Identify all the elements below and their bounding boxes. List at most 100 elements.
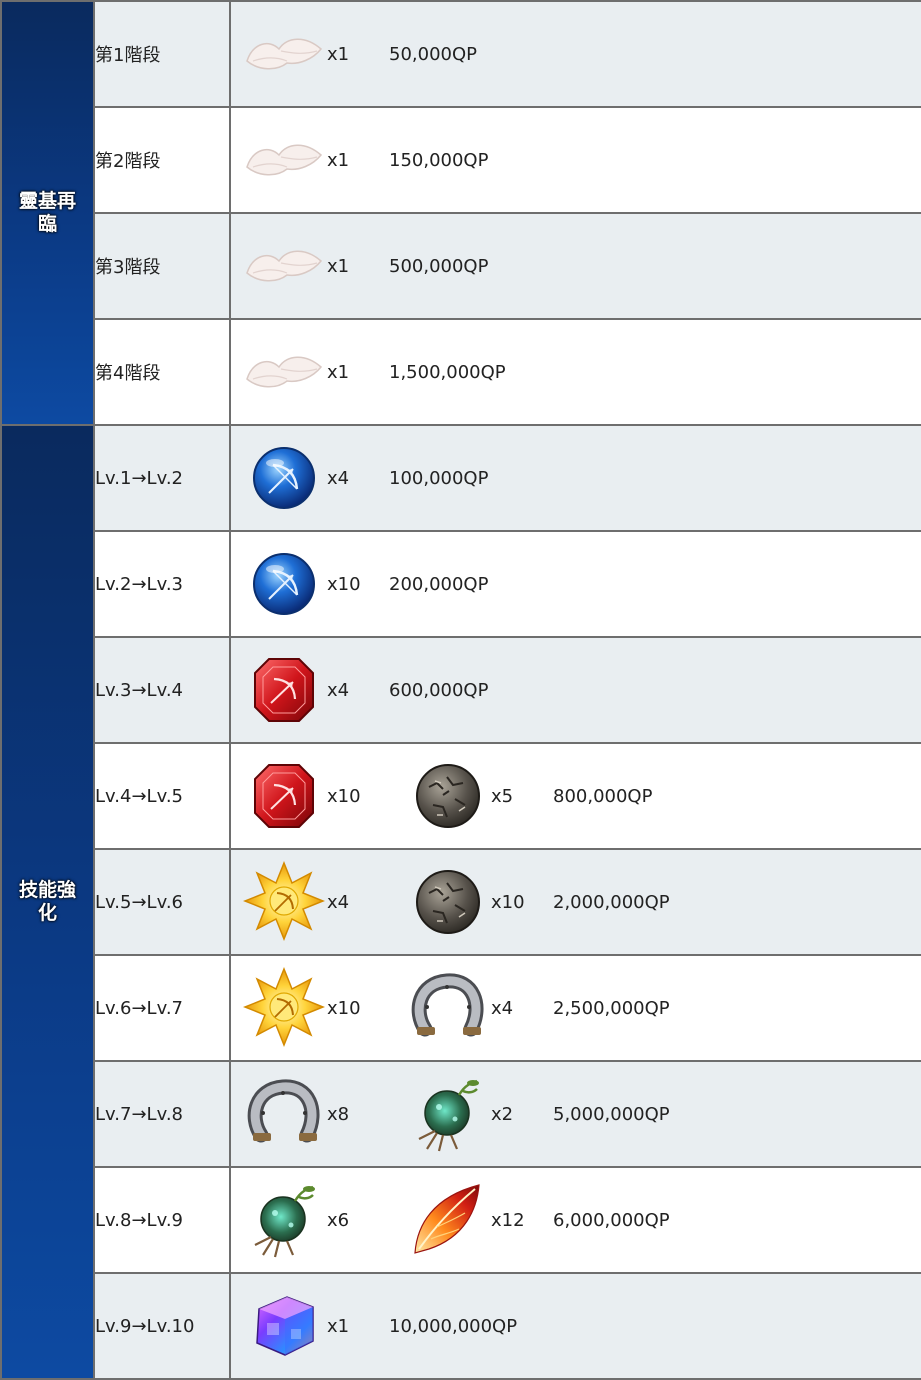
materials-cell: x10 x4 2,500,000QP	[229, 954, 921, 1062]
material-item: x10	[241, 753, 369, 839]
material-table-body: 靈基再臨 第1階段 x1 50,000QP 第2階段 x1 150,000QP 第3階段 x1 5…	[0, 0, 921, 1380]
archer-gem-icon	[241, 435, 327, 521]
level-label: 第1階段	[95, 45, 161, 66]
material-quantity: x12	[491, 1209, 525, 1231]
materials-cell: x1 10,000,000QP	[229, 1272, 921, 1380]
materials-list: x1 1,500,000QP	[231, 329, 921, 415]
material-quantity: x4	[327, 891, 350, 913]
materials-list: x8 x2 5,000,000QP	[231, 1071, 921, 1157]
level-label: Lv.2→Lv.3	[95, 573, 183, 595]
level-label: Lv.1→Lv.2	[95, 467, 183, 489]
qp-cost: 1,500,000QP	[389, 361, 506, 383]
table-row: Lv.5→Lv.6 x4 x10 2,000,000QP	[1, 848, 921, 956]
material-item: x4	[405, 965, 533, 1051]
material-item: x5	[405, 753, 533, 839]
table-row: 第3階段 x1 500,000QP	[1, 212, 921, 320]
material-quantity: x1	[327, 255, 350, 277]
table-row: Lv.7→Lv.8 x8 x2 5,000,000QP	[1, 1060, 921, 1168]
qp-cost: 50,000QP	[389, 43, 478, 65]
material-item: x1	[241, 223, 369, 309]
materials-list: x10 x5 800,000QP	[231, 753, 921, 839]
material-item: x1	[241, 1283, 369, 1369]
archer-gem-icon	[241, 541, 327, 627]
table-row: 靈基再臨 第1階段 x1 50,000QP	[0, 0, 921, 426]
materials-cell: x10 200,000QP	[229, 530, 921, 638]
level-label: Lv.8→Lv.9	[95, 1209, 183, 1231]
material-quantity: x10	[327, 997, 361, 1019]
horseshoe-icon	[241, 1071, 327, 1157]
qp-cost: 150,000QP	[389, 149, 489, 171]
materials-cell: x8 x2 5,000,000QP	[229, 1060, 921, 1168]
level-cell: 第1階段	[93, 0, 231, 108]
level-cell: 第3階段	[93, 212, 231, 320]
qp-cost: 500,000QP	[389, 255, 489, 277]
level-label: Lv.5→Lv.6	[95, 891, 183, 913]
material-item: x1	[241, 11, 369, 97]
materials-list: x4 x10 2,000,000QP	[231, 859, 921, 945]
level-cell: 第2階段	[93, 106, 231, 214]
material-item: x10	[405, 859, 533, 945]
level-cell: Lv.5→Lv.6	[93, 848, 231, 956]
material-item: x4	[241, 435, 369, 521]
material-quantity: x1	[327, 361, 350, 383]
level-cell: Lv.9→Lv.10	[93, 1272, 231, 1380]
table-row: Lv.9→Lv.10 x1 10,000,000QP	[1, 1272, 921, 1380]
materials-list: x4 100,000QP	[231, 435, 921, 521]
level-label: Lv.3→Lv.4	[95, 679, 183, 701]
white-feather-icon	[241, 329, 327, 415]
qp-cost: 5,000,000QP	[553, 1103, 670, 1125]
material-quantity: x1	[327, 43, 350, 65]
level-cell: Lv.3→Lv.4	[93, 636, 231, 744]
material-item: x6	[241, 1177, 369, 1263]
root-bulb-icon	[241, 1177, 327, 1263]
materials-cell: x1 150,000QP	[229, 106, 921, 214]
table-row: Lv.6→Lv.7 x10 x4 2,500,000QP	[1, 954, 921, 1062]
level-cell: Lv.7→Lv.8	[93, 1060, 231, 1168]
level-label: Lv.6→Lv.7	[95, 997, 183, 1019]
material-quantity: x10	[327, 573, 361, 595]
material-quantity: x4	[491, 997, 514, 1019]
archer-secret-gem-icon	[241, 965, 327, 1051]
material-item: x4	[241, 647, 369, 733]
level-cell: Lv.1→Lv.2	[93, 424, 231, 532]
materials-cell: x10 x5 800,000QP	[229, 742, 921, 850]
materials-list: x1 500,000QP	[231, 223, 921, 309]
phoenix-feather-icon	[405, 1177, 491, 1263]
table-row: Lv.4→Lv.5 x10 x5 800,000QP	[1, 742, 921, 850]
level-cell: Lv.8→Lv.9	[93, 1166, 231, 1274]
table-row: Lv.8→Lv.9 x6 x12 6,000,000QP	[1, 1166, 921, 1274]
qp-cost: 10,000,000QP	[389, 1315, 518, 1337]
archer-magic-gem-icon	[241, 647, 327, 733]
material-quantity: x1	[327, 1315, 350, 1337]
materials-list: x1 150,000QP	[231, 117, 921, 203]
material-quantity: x4	[327, 467, 350, 489]
crystal-cube-icon	[241, 1283, 327, 1369]
level-label: Lv.7→Lv.8	[95, 1103, 183, 1125]
materials-list: x1 10,000,000QP	[231, 1283, 921, 1369]
level-label: 第4階段	[95, 363, 161, 384]
material-quantity: x10	[327, 785, 361, 807]
qp-cost: 800,000QP	[553, 785, 653, 807]
ascension-header-cell: 靈基再臨	[0, 0, 95, 426]
material-item: x2	[405, 1071, 533, 1157]
root-bulb-icon	[405, 1071, 491, 1157]
materials-cell: x4 100,000QP	[229, 424, 921, 532]
material-quantity: x4	[327, 679, 350, 701]
material-item: x1	[241, 117, 369, 203]
white-feather-icon	[241, 223, 327, 309]
materials-cell: x4 600,000QP	[229, 636, 921, 744]
table-row: Lv.3→Lv.4 x4 600,000QP	[1, 636, 921, 744]
qp-cost: 200,000QP	[389, 573, 489, 595]
white-feather-icon	[241, 11, 327, 97]
materials-list: x10 200,000QP	[231, 541, 921, 627]
materials-cell: x1 50,000QP	[229, 0, 921, 108]
seed-stone-icon	[405, 753, 491, 839]
level-label: 第3階段	[95, 257, 161, 278]
material-quantity: x6	[327, 1209, 350, 1231]
skill-header-cell: 技能強化	[0, 424, 95, 1380]
level-label: Lv.4→Lv.5	[95, 785, 183, 807]
level-cell: Lv.4→Lv.5	[93, 742, 231, 850]
level-label: Lv.9→Lv.10	[95, 1315, 195, 1337]
materials-list: x4 600,000QP	[231, 647, 921, 733]
level-cell: Lv.6→Lv.7	[93, 954, 231, 1062]
